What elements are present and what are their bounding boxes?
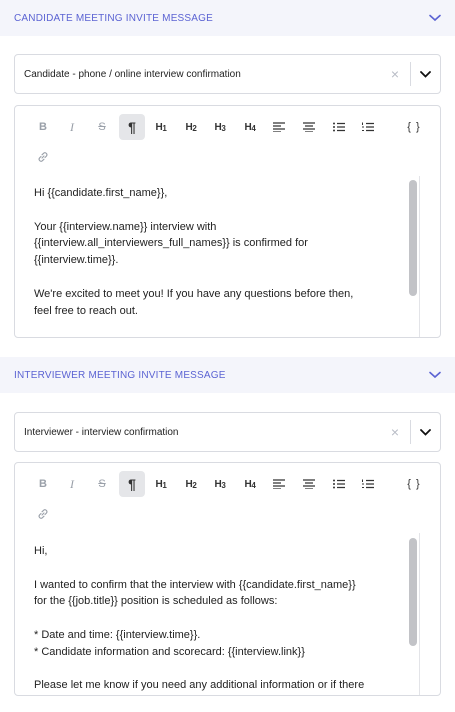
- link-icon[interactable]: [30, 501, 56, 527]
- interviewer-section-title: INTERVIEWER MEETING INVITE MESSAGE: [14, 369, 226, 381]
- interviewer-template-value: Interviewer - interview confirmation: [24, 426, 179, 438]
- message-line: [34, 269, 400, 286]
- bold-button[interactable]: B: [30, 471, 56, 497]
- heading-4-button[interactable]: H4: [237, 114, 263, 140]
- editor-toolbar: B I S ¶ H1 H2 H3 H4 { }: [15, 106, 440, 176]
- code-icon[interactable]: { }: [401, 114, 427, 140]
- message-line: [34, 661, 400, 678]
- ordered-list-icon[interactable]: [355, 471, 381, 497]
- editor-body[interactable]: Hi {{candidate.first_name}}, Your {{inte…: [15, 176, 440, 337]
- align-center-icon[interactable]: [296, 471, 322, 497]
- bold-button[interactable]: B: [30, 114, 56, 140]
- clear-icon[interactable]: ×: [380, 55, 410, 93]
- heading-4-button[interactable]: H4: [237, 471, 263, 497]
- interviewer-section-header[interactable]: INTERVIEWER MEETING INVITE MESSAGE: [0, 357, 455, 393]
- message-line: * Date and time: {{interview.time}}.: [34, 628, 201, 641]
- message-line: Hi {{candidate.first_name}},: [34, 187, 168, 199]
- message-line: Hi,: [34, 545, 48, 557]
- message-line: * Candidate information and scorecard: {…: [34, 645, 305, 658]
- align-left-icon[interactable]: [266, 114, 292, 140]
- code-icon[interactable]: { }: [401, 471, 427, 497]
- italic-button[interactable]: I: [59, 471, 85, 497]
- scrollbar-thumb[interactable]: [409, 180, 417, 296]
- align-center-icon[interactable]: [296, 114, 322, 140]
- message-line: for the {{job.title}} position is schedu…: [34, 595, 278, 608]
- message-line: feel free to reach out.: [34, 304, 138, 317]
- italic-button[interactable]: I: [59, 114, 85, 140]
- scrollbar-thumb[interactable]: [409, 538, 417, 646]
- message-line: [34, 202, 400, 219]
- strikethrough-button[interactable]: S: [89, 471, 115, 497]
- candidate-section-header[interactable]: CANDIDATE MEETING INVITE MESSAGE: [0, 0, 455, 36]
- align-left-icon[interactable]: [266, 471, 292, 497]
- editor-toolbar: B I S ¶ H1 H2 H3 H4 { }: [15, 463, 440, 533]
- ordered-list-icon[interactable]: [355, 114, 381, 140]
- scrollbar[interactable]: [406, 533, 420, 695]
- interviewer-message-editor[interactable]: B I S ¶ H1 H2 H3 H4 { } Hi, I wanted to …: [14, 462, 441, 696]
- message-line: We're excited to meet you! If you have a…: [34, 287, 354, 300]
- message-line: [34, 560, 400, 577]
- heading-2-button[interactable]: H2: [178, 114, 204, 140]
- heading-1-button[interactable]: H1: [148, 471, 174, 497]
- heading-3-button[interactable]: H3: [207, 471, 233, 497]
- chevron-down-icon[interactable]: [429, 369, 441, 381]
- message-line: I wanted to confirm that the interview w…: [34, 578, 356, 591]
- heading-2-button[interactable]: H2: [178, 471, 204, 497]
- strikethrough-button[interactable]: S: [89, 114, 115, 140]
- interviewer-message-text[interactable]: Hi, I wanted to confirm that the intervi…: [34, 543, 400, 694]
- chevron-down-icon[interactable]: [411, 55, 440, 93]
- message-line: {{interview.all_interviewers_full_names}…: [34, 237, 308, 250]
- candidate-section-title: CANDIDATE MEETING INVITE MESSAGE: [14, 12, 214, 24]
- paragraph-button[interactable]: ¶: [119, 114, 145, 140]
- chevron-down-icon[interactable]: [411, 413, 440, 451]
- scrollbar[interactable]: [406, 176, 420, 337]
- heading-3-button[interactable]: H3: [207, 114, 233, 140]
- bullet-list-icon[interactable]: [326, 114, 352, 140]
- editor-body[interactable]: Hi, I wanted to confirm that the intervi…: [15, 533, 440, 695]
- paragraph-button[interactable]: ¶: [119, 471, 145, 497]
- chevron-down-icon[interactable]: [429, 12, 441, 24]
- link-icon[interactable]: [30, 144, 56, 170]
- candidate-template-select[interactable]: Candidate - phone / online interview con…: [14, 54, 441, 94]
- candidate-template-value: Candidate - phone / online interview con…: [24, 68, 241, 80]
- bullet-list-icon[interactable]: [326, 471, 352, 497]
- heading-1-button[interactable]: H1: [148, 114, 174, 140]
- message-line: [34, 610, 400, 627]
- message-line: Please let me know if you need any addit…: [34, 679, 365, 692]
- candidate-message-text[interactable]: Hi {{candidate.first_name}}, Your {{inte…: [34, 185, 400, 319]
- message-line: Your {{interview.name}} interview with: [34, 220, 217, 233]
- candidate-message-editor[interactable]: B I S ¶ H1 H2 H3 H4 { } Hi {{candidate.f…: [14, 105, 441, 338]
- clear-icon[interactable]: ×: [380, 413, 410, 451]
- interviewer-template-select[interactable]: Interviewer - interview confirmation ×: [14, 412, 441, 452]
- message-line: {{interview.time}}.: [34, 254, 119, 267]
